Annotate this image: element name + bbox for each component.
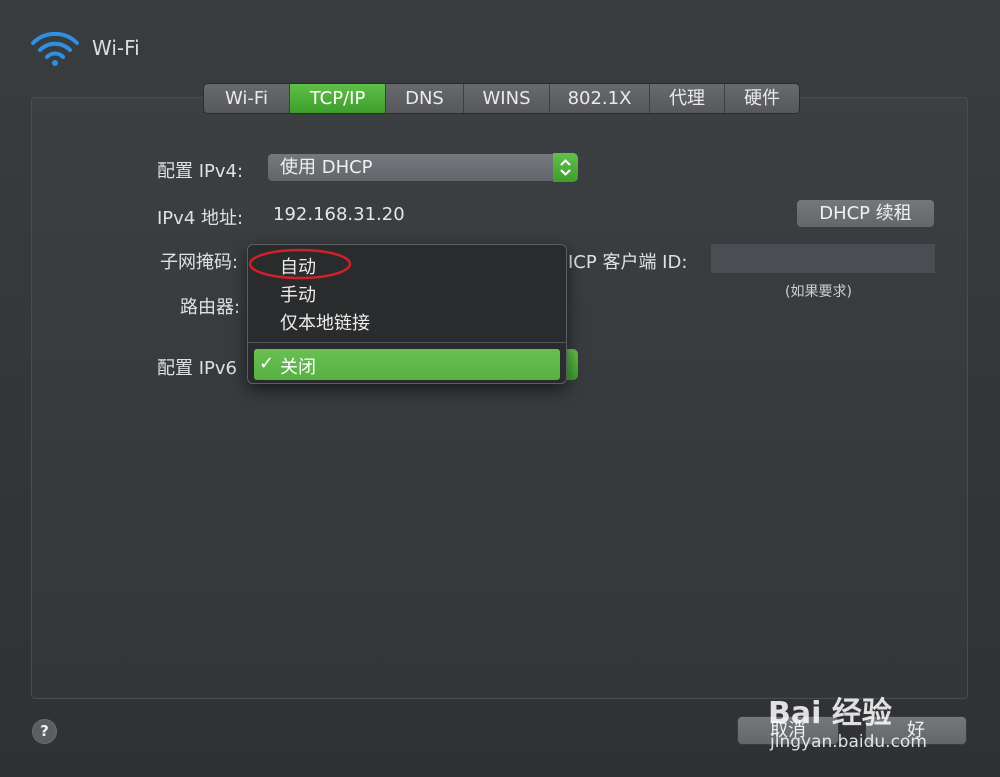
checkmark-icon: ✓ [259,353,275,374]
menu-item-link-local[interactable]: 仅本地链接 [280,309,370,335]
tab-tcpip[interactable]: TCP/IP [290,84,386,113]
menu-separator [248,342,566,343]
ipv4-address-value: 192.168.31.20 [273,204,405,225]
router-label: 路由器: [180,297,241,318]
configure-ipv6-label: 配置 IPv6 [157,358,237,379]
dhcp-client-id-label: ICP 客户端 ID: [568,252,688,273]
settings-panel [31,97,968,699]
menu-item-off-label: 关闭 [280,357,316,378]
menu-item-off[interactable]: ✓ 关闭 [254,349,560,380]
tab-bar: Wi-Fi TCP/IP DNS WINS 802.1X 代理 硬件 [203,83,800,114]
wifi-icon [31,31,79,66]
tab-wifi[interactable]: Wi-Fi [204,84,290,113]
tab-hardware[interactable]: 硬件 [725,84,799,113]
ipv4-address-label: IPv4 地址: [157,208,244,229]
tab-wins[interactable]: WINS [464,84,550,113]
tab-8021x[interactable]: 802.1X [550,84,650,113]
annotation-ellipse [248,248,352,280]
help-icon[interactable]: ? [32,719,57,744]
configure-ipv4-label: 配置 IPv4: [157,161,244,182]
configure-ipv4-value: 使用 DHCP [280,157,373,178]
dhcp-client-id-hint: (如果要求) [785,284,852,300]
subnet-mask-label: 子网掩码: [160,252,239,273]
stepper-arrows-icon [553,153,578,182]
tab-dns[interactable]: DNS [386,84,464,113]
watermark-logo: Bai 经验 [768,696,892,731]
renew-dhcp-button[interactable]: DHCP 续租 [796,199,935,228]
menu-item-manual[interactable]: 手动 [280,281,316,307]
dhcp-client-id-field[interactable] [710,243,936,274]
configure-ipv4-popup[interactable]: 使用 DHCP [267,153,578,182]
watermark-url: jingyan.baidu.com [770,732,927,752]
window-title: Wi-Fi [92,36,140,60]
tab-proxy[interactable]: 代理 [650,84,725,113]
